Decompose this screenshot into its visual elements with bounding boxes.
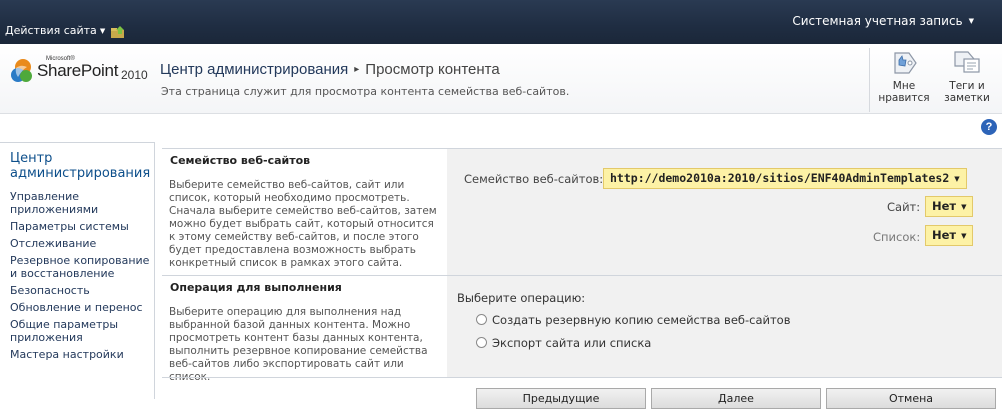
tags-and-notes-button[interactable]: Теги и заметки (939, 50, 995, 110)
previous-button[interactable]: Предыдущие (476, 388, 646, 409)
radio-backup-label: Создать резервную копию семейства веб-са… (492, 313, 791, 327)
operation-section: Операция для выполнения Выберите операци… (162, 275, 1002, 383)
navigate-up-icon[interactable] (110, 25, 126, 38)
nav-item-configuration-wizards[interactable]: Мастера настройки (10, 348, 152, 361)
user-account-menu[interactable]: Системная учетная запись ▼ (792, 14, 974, 28)
title-area: Microsoft® SharePoint 2010 Центр админис… (0, 44, 1002, 114)
account-label: Системная учетная запись (792, 14, 963, 28)
operation-description-panel: Операция для выполнения Выберите операци… (162, 276, 447, 383)
chevron-down-icon: ▼ (961, 203, 967, 211)
sharepoint-logo-icon (11, 59, 32, 82)
list-label: Список: (873, 230, 921, 244)
nav-item-backup-restore[interactable]: Резервное копирование и восстановление (10, 254, 152, 280)
tags-notes-icon (954, 51, 980, 73)
operation-controls: Выберите операцию: Создать резервную коп… (447, 276, 1002, 377)
nav-heading-central-admin[interactable]: Центр администрирования (10, 151, 154, 181)
operation-heading: Операция для выполнения (170, 281, 342, 294)
site-collection-description-panel: Семейство веб-сайтов Выберите семейство … (162, 149, 447, 275)
site-collection-label: Семейство веб-сайтов: (464, 172, 604, 186)
ribbon-divider (869, 48, 870, 112)
breadcrumb-separator: ▸ (354, 64, 360, 75)
operation-prompt: Выберите операцию: (457, 291, 586, 305)
quick-launch: Центр администрирования Управление прило… (0, 142, 155, 399)
chevron-down-icon: ▼ (961, 232, 967, 240)
tool-strip: ? (0, 115, 1002, 140)
sharepoint-logo[interactable]: Microsoft® SharePoint 2010 (9, 56, 151, 96)
site-collection-section: Семейство веб-сайтов Выберите семейство … (162, 148, 1002, 275)
logo-sharepoint: SharePoint (37, 61, 119, 80)
tags-label-2: заметки (944, 92, 990, 104)
site-collection-selector[interactable]: http://demo2010a:2010/sitios/ENF40AdminT… (603, 168, 967, 189)
top-ribbon-bar: Действия сайта ▼ Системная учетная запись… (0, 0, 1002, 44)
like-label-1: Мне (892, 80, 916, 92)
chevron-down-icon: ▼ (954, 175, 960, 183)
nav-list: Управление приложениями Параметры систем… (10, 190, 152, 365)
operation-help-text: Выберите операцию для выполнения над выб… (169, 306, 428, 383)
radio-button-icon[interactable] (476, 337, 487, 348)
thumbs-up-tag-icon (894, 52, 917, 74)
next-button[interactable]: Далее (651, 388, 821, 409)
site-collection-controls: Семейство веб-сайтов: http://demo2010a:2… (447, 149, 1002, 275)
form-bottom-divider (162, 377, 1002, 378)
radio-export-label: Экспорт сайта или списка (492, 336, 652, 350)
site-collection-value: http://demo2010a:2010/sitios/ENF40AdminT… (610, 171, 950, 185)
like-label-2: нравится (878, 92, 930, 104)
list-selector[interactable]: Нет ▼ (925, 225, 974, 246)
nav-item-monitoring[interactable]: Отслеживание (10, 237, 152, 250)
nav-item-upgrade-migration[interactable]: Обновление и перенос (10, 301, 152, 314)
tags-label-1: Теги и (949, 80, 985, 92)
breadcrumb: Центр администрирования ▸ Просмотр контент… (160, 61, 500, 78)
breadcrumb-root[interactable]: Центр администрирования (160, 61, 348, 78)
nav-item-application-management[interactable]: Управление приложениями (10, 190, 152, 216)
site-label: Сайт: (887, 200, 921, 214)
list-value: Нет (932, 228, 957, 242)
site-actions-menu[interactable]: Действия сайта ▼ (5, 24, 105, 37)
nav-item-security[interactable]: Безопасность (10, 284, 152, 297)
help-icon[interactable]: ? (981, 119, 997, 135)
page-description: Эта страница служит для просмотра контен… (161, 85, 570, 98)
radio-button-icon[interactable] (476, 314, 487, 325)
chevron-down-icon: ▼ (968, 17, 974, 25)
site-collection-heading: Семейство веб-сайтов (170, 154, 311, 167)
nav-item-general-settings[interactable]: Общие параметры приложения (10, 318, 152, 344)
radio-export-site-list[interactable]: Экспорт сайта или списка (476, 336, 651, 350)
radio-backup-site-collection[interactable]: Создать резервную копию семейства веб-са… (476, 313, 791, 327)
site-selector[interactable]: Нет ▼ (925, 196, 974, 217)
site-actions-label: Действия сайта (5, 24, 97, 37)
site-collection-help-text: Выберите семейство веб-сайтов, сайт или … (169, 179, 437, 269)
page-title: Просмотр контента (365, 61, 500, 78)
cancel-button[interactable]: Отмена (826, 388, 996, 409)
site-value: Нет (932, 199, 957, 213)
chevron-down-icon: ▼ (99, 27, 106, 35)
nav-item-system-settings[interactable]: Параметры системы (10, 220, 152, 233)
logo-year: 2010 (121, 68, 148, 82)
i-like-it-button[interactable]: Мне нравится (876, 50, 932, 110)
